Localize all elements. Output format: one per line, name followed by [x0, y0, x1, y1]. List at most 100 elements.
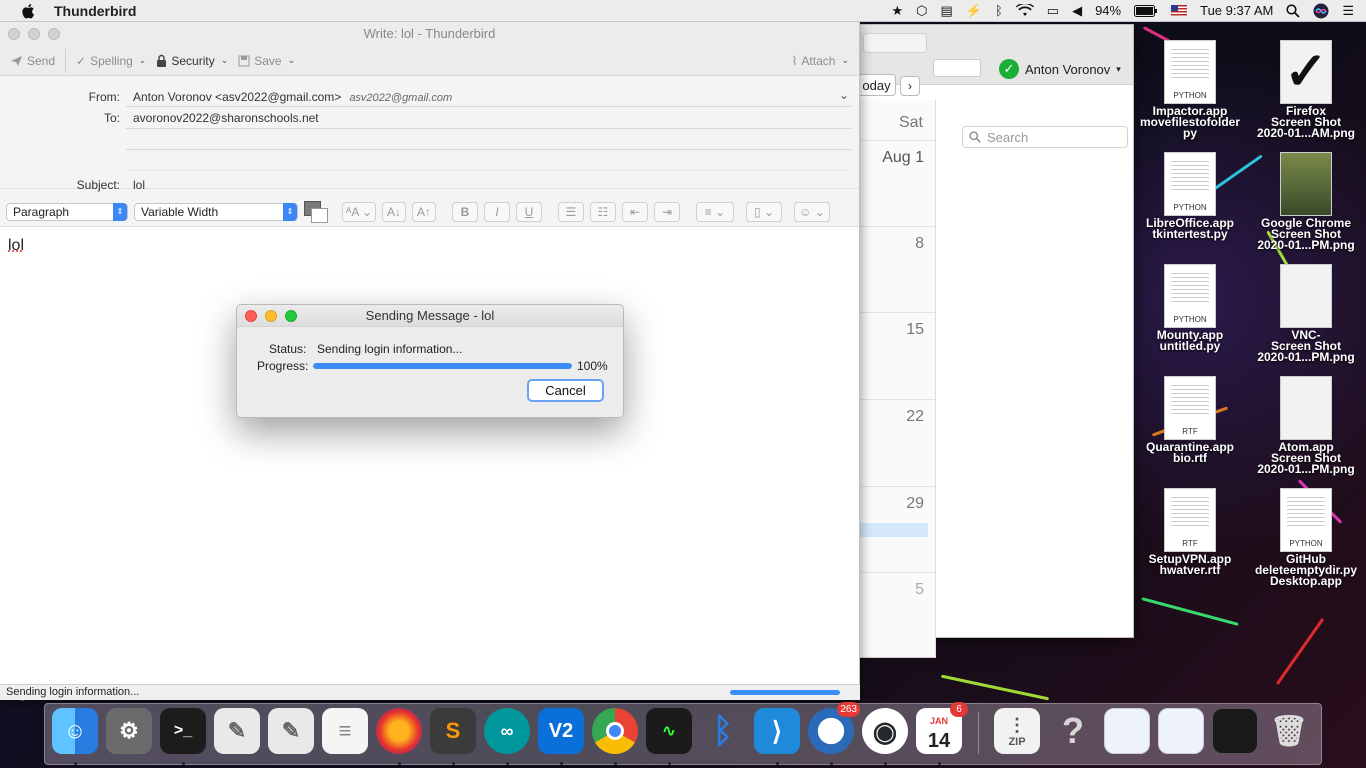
desktop-icon-setupvpn[interactable]: RTF SetupVPN.app hwatver.rtf [1134, 488, 1246, 576]
from-field[interactable]: Anton Voronov <asv2022@gmail.com> asv2022… [133, 90, 452, 104]
package-icon[interactable]: ⬡ [916, 3, 927, 19]
airplay-icon[interactable]: ▭ [1047, 3, 1059, 19]
calendar-day-cell[interactable]: 5 [858, 572, 936, 658]
zip-file-icon[interactable]: ⋮ ZIP [994, 708, 1040, 754]
volume-icon[interactable]: ◀ [1072, 3, 1082, 19]
desktop-icon-github[interactable]: PYTHON GitHub deleteemptydir.py Desktop.ap… [1250, 488, 1362, 587]
desktop-icon-vnc[interactable]: VNC- Screen Shot 2020-01...PM.png [1250, 264, 1362, 363]
script-editor-icon[interactable]: ✎ [214, 708, 260, 754]
underline-button[interactable]: U [516, 201, 542, 222]
drive-icon[interactable]: ▤ [940, 3, 952, 19]
recent-stack-icon[interactable] [1212, 708, 1258, 754]
calendar-day-cell[interactable]: 15 [858, 312, 936, 399]
close-dialog-button[interactable] [245, 310, 257, 322]
send-button[interactable]: Send [10, 54, 55, 68]
question-mark-icon[interactable]: ? [1050, 708, 1096, 754]
paragraph-format-select[interactable]: Paragraph ⇕ [6, 202, 128, 221]
star-icon[interactable]: ★ [891, 3, 903, 19]
calendar-input[interactable] [933, 59, 981, 77]
subject-field[interactable]: lol [133, 178, 145, 192]
firefox-icon[interactable] [376, 708, 422, 754]
calendar-toolbar-field[interactable] [863, 33, 927, 53]
downloads-stack-icon[interactable] [1104, 708, 1150, 754]
apple-menu-icon[interactable] [20, 2, 38, 20]
chevron-down-icon[interactable]: ⌄ [139, 55, 147, 66]
app-name-menu[interactable]: Thunderbird [54, 3, 136, 19]
zoom-dialog-button[interactable] [285, 310, 297, 322]
font-family-select[interactable]: Variable Width ⇕ [134, 202, 298, 221]
wifi-icon[interactable] [1015, 4, 1034, 17]
minimize-window-button[interactable] [28, 28, 40, 40]
system-preferences-icon[interactable]: ⚙ [106, 708, 152, 754]
calendar-day-cell[interactable]: 8 [858, 226, 936, 312]
thunderbird-icon[interactable]: 263 [808, 702, 860, 754]
bolt-icon[interactable]: ⚡ [966, 3, 982, 19]
github-desktop-icon[interactable]: ◉ [862, 708, 908, 754]
smaller-text-icon[interactable]: A↓ [382, 201, 406, 222]
desktop-icon-quarantine[interactable]: RTF Quarantine.app bio.rtf [1134, 376, 1246, 464]
minimize-dialog-button[interactable] [265, 310, 277, 322]
zoom-window-button[interactable] [48, 28, 60, 40]
bullet-list-icon[interactable]: ☰ [558, 201, 584, 222]
attach-button[interactable]: ⌇ Attach ⌄ [792, 54, 849, 68]
notes-icon[interactable]: ≡ [322, 708, 368, 754]
bold-button[interactable]: B [452, 201, 478, 222]
siri-icon[interactable] [1313, 3, 1329, 19]
battery-percent[interactable]: 94% [1095, 3, 1121, 18]
documents-stack-icon[interactable] [1158, 708, 1204, 754]
bluetooth-icon[interactable]: ᛒ [995, 3, 1003, 18]
desktop-icon-impactor[interactable]: PYTHON Impactor.app movefilestofolder py [1134, 40, 1246, 139]
input-source-flag-icon[interactable] [1171, 5, 1188, 16]
terminal-icon[interactable]: >_ [160, 708, 206, 754]
recipient-row-empty[interactable] [126, 130, 851, 148]
save-button[interactable]: Save ⌄ [238, 54, 295, 68]
vscode-icon[interactable]: ⟩ [754, 708, 800, 754]
close-window-button[interactable] [8, 28, 20, 40]
text-color-picker[interactable] [304, 200, 328, 223]
insert-menu-icon[interactable]: ▯ ⌄ [746, 201, 782, 222]
calendar-app-icon[interactable]: JAN 14 6 [916, 702, 968, 754]
font-size-button[interactable]: ᴬA ⌄ [342, 201, 376, 222]
sublime-text-icon[interactable]: S [430, 708, 476, 754]
chevron-down-icon[interactable]: ⌄ [841, 55, 849, 66]
calendar-day-cell[interactable]: Aug 1 [858, 140, 936, 226]
indent-icon[interactable]: ⇥ [654, 201, 680, 222]
to-field[interactable]: avoronov2022@sharonschools.net [133, 111, 319, 125]
battery-icon[interactable] [1134, 4, 1158, 17]
message-body[interactable]: lol [0, 227, 859, 677]
outdent-icon[interactable]: ⇤ [622, 201, 648, 222]
numbered-list-icon[interactable]: ☷ [590, 201, 616, 222]
calendar-day-cell[interactable]: 29 [858, 486, 936, 572]
arduino-icon[interactable]: ∞ [484, 708, 530, 754]
vnc-viewer-icon[interactable]: V2 [538, 708, 584, 754]
chrome-icon[interactable] [592, 708, 638, 754]
align-menu-icon[interactable]: ≡ ⌄ [696, 201, 734, 222]
chevron-down-icon[interactable]: ⌄ [221, 55, 229, 66]
desktop-icon-atom[interactable]: Atom.app Screen Shot 2020-01...PM.png [1250, 376, 1362, 475]
larger-text-icon[interactable]: A↑ [412, 201, 436, 222]
today-button[interactable]: oday [858, 74, 896, 96]
security-button[interactable]: Security ⌄ [156, 54, 228, 68]
clock[interactable]: Tue 9:37 AM [1200, 3, 1273, 18]
account-selector[interactable]: ✓ Anton Voronov ▾ [999, 59, 1121, 79]
calendar-event[interactable] [858, 523, 928, 537]
desktop-icon-firefox[interactable]: ✓ Firefox Screen Shot 2020-01...AM.png [1250, 40, 1362, 139]
spotlight-icon[interactable] [1286, 3, 1300, 18]
chevron-down-icon[interactable]: ⌄ [288, 55, 296, 66]
desktop-icon-libreoffice[interactable]: PYTHON LibreOffice.app tkintertest.py [1134, 152, 1246, 240]
recipient-row-empty[interactable] [126, 151, 851, 169]
cancel-button[interactable]: Cancel [527, 379, 604, 402]
desktop-icon-mounty[interactable]: PYTHON Mounty.app untitled.py [1134, 264, 1246, 352]
italic-button[interactable]: I [484, 201, 510, 222]
next-arrow-icon[interactable]: › [900, 76, 920, 96]
notification-center-icon[interactable]: ☰ [1342, 3, 1354, 19]
trash-icon[interactable]: 🗑 [1266, 708, 1312, 754]
body-text[interactable]: lol [8, 237, 24, 255]
finder-icon[interactable]: ☺ [52, 708, 98, 754]
activity-monitor-icon[interactable]: ∿ [646, 708, 692, 754]
chevron-down-icon[interactable]: ⌄ [839, 88, 849, 102]
calendar-search-field[interactable]: Search [962, 126, 1128, 148]
calendar-day-cell[interactable]: 22 [858, 399, 936, 486]
emoji-menu-icon[interactable]: ☺ ⌄ [794, 201, 830, 222]
desktop-icon-chrome[interactable]: Google Chrome Screen Shot 2020-01...PM.png [1250, 152, 1362, 251]
